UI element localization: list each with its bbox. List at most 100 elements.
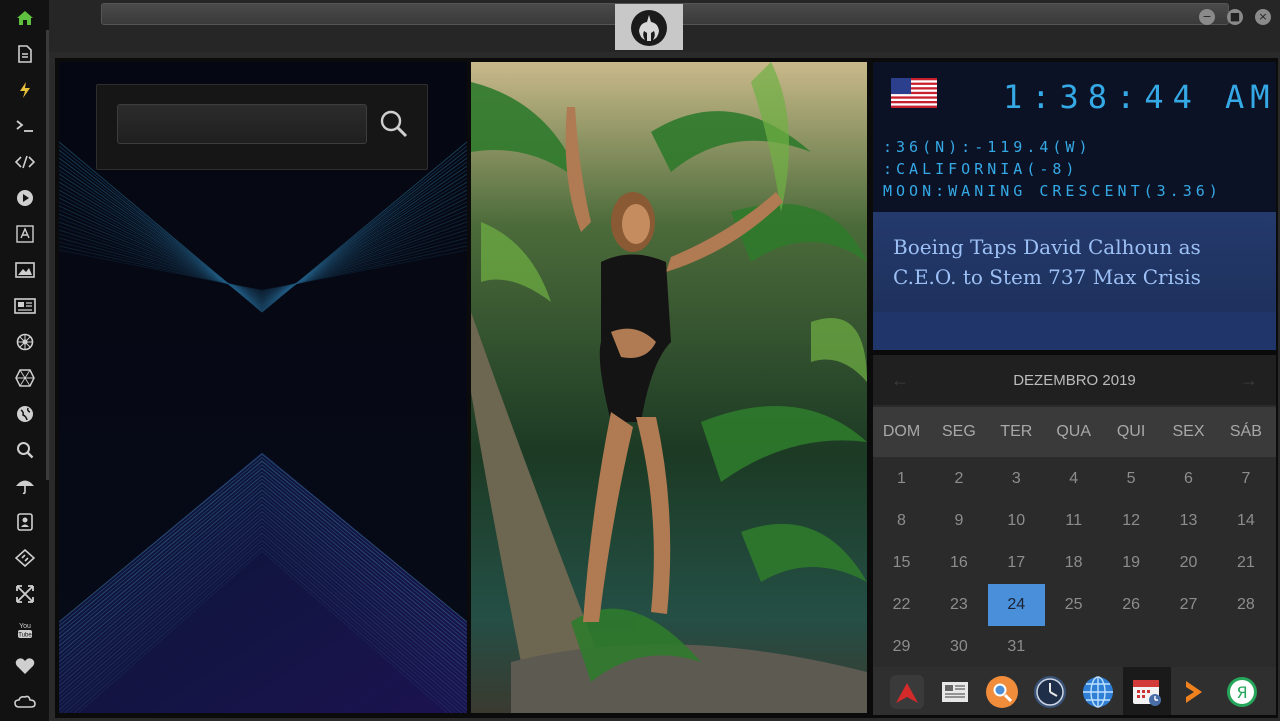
calendar-day[interactable]: 26 (1103, 584, 1160, 626)
calendar-day[interactable]: 9 (930, 500, 987, 542)
play-icon[interactable] (13, 186, 37, 210)
yandex-app-icon[interactable]: Я (1225, 675, 1259, 709)
maximize-button[interactable]: ■ (1227, 9, 1243, 25)
app-dock: Я (873, 667, 1276, 715)
close-button[interactable]: × (1255, 9, 1271, 25)
clock-app-icon[interactable] (1033, 675, 1067, 709)
news-icon[interactable] (13, 294, 37, 318)
calendar-month-title: DEZEMBRO 2019 (1013, 372, 1136, 389)
weekday-qua: QUA (1056, 423, 1092, 440)
calendar-day[interactable]: 16 (930, 542, 987, 584)
newspaper-app-icon[interactable] (938, 675, 972, 709)
calendar-day[interactable]: 19 (1103, 542, 1160, 584)
terminal-icon[interactable] (13, 114, 37, 138)
expand-icon[interactable] (13, 582, 37, 606)
calendar-header: ← DEZEMBRO 2019 → (873, 355, 1276, 405)
calendar-day[interactable]: 22 (873, 584, 930, 626)
calendar-day[interactable]: 17 (988, 542, 1045, 584)
logo-tab[interactable] (615, 4, 683, 50)
us-flag-icon (891, 78, 937, 108)
calendar-day[interactable]: 6 (1160, 458, 1217, 500)
news-ticker[interactable]: Boeing Taps David Calhoun as C.E.O. to S… (873, 212, 1276, 350)
svg-text:Я: Я (1236, 683, 1247, 702)
search-box (96, 84, 428, 170)
weekday-ter: TER (1000, 423, 1033, 440)
jungle-photo (471, 62, 867, 713)
globe-icon[interactable] (13, 402, 37, 426)
news-headline[interactable]: Boeing Taps David Calhoun as C.E.O. to S… (893, 232, 1263, 292)
svg-text:Tube: Tube (18, 633, 32, 639)
calendar-day[interactable]: 27 (1160, 584, 1217, 626)
weekday-dom: DOM (882, 423, 921, 440)
hexagon-icon[interactable] (13, 366, 37, 390)
calendar-day[interactable]: 13 (1160, 500, 1217, 542)
document-icon[interactable] (13, 42, 37, 66)
calendar-day[interactable]: 7 (1217, 458, 1274, 500)
calendar-app-icon[interactable] (1130, 675, 1164, 709)
code-icon[interactable] (13, 150, 37, 174)
weekday-row: DOM SEG TER QUA QUI SEX SÁB (873, 407, 1276, 457)
calendar-day[interactable]: 28 (1217, 584, 1274, 626)
weekday-seg: SEG (941, 423, 976, 440)
sidebar: You Tube (0, 0, 50, 721)
magnifier-icon (380, 110, 408, 138)
weekday-sáb: SÁB (1229, 423, 1262, 440)
calendar-day[interactable]: 11 (1045, 500, 1102, 542)
calendar-day[interactable]: 3 (988, 458, 1045, 500)
wallpaper-photo (471, 62, 867, 713)
cloud-icon[interactable] (13, 690, 37, 714)
calendar-day[interactable]: 1 (873, 458, 930, 500)
coordinates-text: :36(N):-119.4(W) (883, 138, 1092, 156)
bolt-icon[interactable] (13, 78, 37, 102)
calendar-day[interactable]: 20 (1160, 542, 1217, 584)
rebel-alliance-logo-icon (631, 10, 667, 46)
search-panel (59, 62, 467, 713)
calendar-day[interactable]: 14 (1217, 500, 1274, 542)
calendar-day[interactable]: 15 (873, 542, 930, 584)
home-icon[interactable] (13, 6, 37, 30)
calendar-day[interactable]: 12 (1103, 500, 1160, 542)
calendar-day-today[interactable]: 24 (987, 584, 1045, 626)
minimize-button[interactable]: − (1199, 9, 1215, 25)
prev-month-button[interactable]: ← (891, 355, 909, 405)
contacts-icon[interactable] (13, 510, 37, 534)
svg-text:You: You (19, 623, 31, 630)
calendar-day[interactable]: 21 (1217, 542, 1274, 584)
image-icon[interactable] (13, 258, 37, 282)
terminal-app-icon[interactable] (1177, 675, 1211, 709)
globe-app-icon[interactable] (1081, 675, 1115, 709)
search-input[interactable] (117, 104, 367, 144)
next-month-button[interactable]: → (1240, 355, 1258, 405)
umbrella-icon[interactable] (13, 474, 37, 498)
calendar-day[interactable]: 23 (930, 584, 987, 626)
youtube-icon[interactable]: You Tube (13, 618, 37, 642)
calendar-day[interactable]: 31 (988, 626, 1045, 668)
clock-ampm: AM (1225, 78, 1276, 116)
weekday-sex: SEX (1172, 423, 1205, 440)
weekday-qui: QUI (1116, 423, 1146, 440)
sidebar-scrollbar[interactable] (46, 30, 49, 480)
settings-wheel-icon[interactable] (13, 330, 37, 354)
clock-widget: 1:38:44 AM :36(N):-119.4(W) :CALIFORNIA(… (873, 62, 1276, 350)
translate-icon[interactable] (13, 222, 37, 246)
search-button[interactable] (377, 107, 411, 141)
search-app-icon[interactable] (985, 675, 1019, 709)
calendar-day[interactable]: 18 (1045, 542, 1102, 584)
calendar-day[interactable]: 2 (930, 458, 987, 500)
news-bar (873, 312, 1276, 350)
calendar-day[interactable]: 4 (1045, 458, 1102, 500)
diamond-code-icon[interactable] (13, 546, 37, 570)
calendar-day[interactable]: 30 (930, 626, 987, 668)
calendar-widget: ← DEZEMBRO 2019 → DOM SEG TER QUA QUI SEX SÁB … (873, 355, 1276, 667)
calendar-day[interactable]: 10 (988, 500, 1045, 542)
calendar-day[interactable]: 5 (1103, 458, 1160, 500)
heart-icon[interactable] (13, 654, 37, 678)
clock-time: 1:38:44 (1003, 78, 1201, 116)
calendar-day[interactable]: 25 (1045, 584, 1102, 626)
search-icon[interactable] (13, 438, 37, 462)
calendar-day[interactable]: 29 (873, 626, 930, 668)
moon-phase-text: MOON:WANING CRESCENT(3.36) (883, 182, 1222, 200)
calendar-day[interactable]: 8 (873, 500, 930, 542)
timezone-text: :CALIFORNIA(-8) (883, 160, 1079, 178)
arrow-up-app-icon[interactable] (890, 675, 924, 709)
